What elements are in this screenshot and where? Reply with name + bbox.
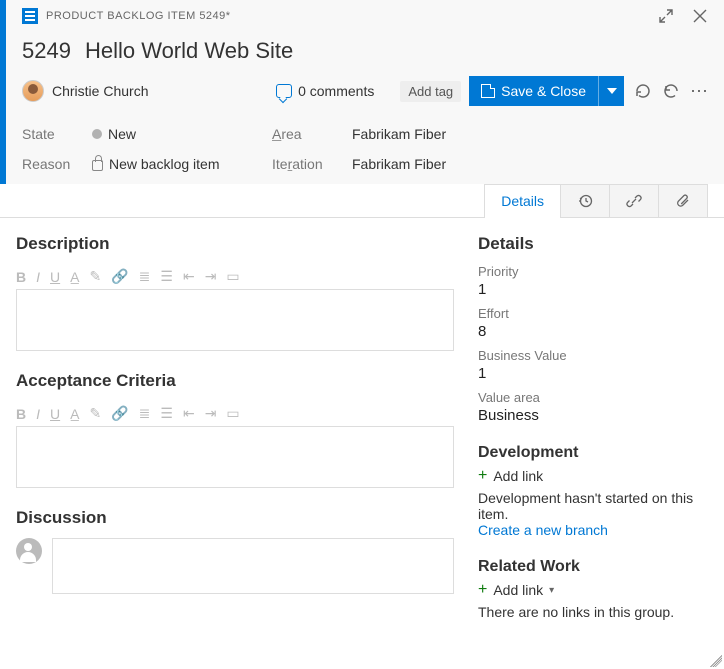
details-panel-heading: Details — [478, 234, 708, 254]
area-value: Fabrikam Fiber — [352, 126, 446, 142]
effort-label: Effort — [478, 306, 708, 321]
add-link-label: Add link — [493, 468, 543, 484]
priority-value[interactable]: 1 — [478, 281, 708, 298]
underline-button[interactable]: U — [50, 406, 60, 422]
add-link-label: Add link — [493, 582, 543, 598]
bold-button[interactable]: B — [16, 269, 26, 285]
refresh-icon[interactable] — [634, 82, 652, 100]
tab-attachments[interactable] — [659, 184, 708, 217]
plus-icon: + — [478, 469, 487, 483]
font-button[interactable]: A̲ — [70, 269, 79, 285]
effort-value[interactable]: 8 — [478, 323, 708, 340]
comment-icon — [276, 84, 292, 98]
clear-format-button[interactable]: ✎ — [89, 268, 101, 285]
tab-details[interactable]: Details — [484, 184, 561, 217]
discussion-input[interactable] — [52, 538, 454, 594]
save-button-label: Save & Close — [501, 83, 586, 99]
workitem-id: 5249 — [22, 38, 71, 64]
state-label: State — [22, 126, 82, 142]
link-button[interactable]: 🔗 — [111, 405, 128, 422]
window-title: PRODUCT BACKLOG ITEM 5249* — [46, 10, 650, 22]
add-tag-button[interactable]: Add tag — [400, 81, 461, 102]
number-list-button[interactable]: ☰ — [160, 405, 173, 422]
description-toolbar: B I U A̲ ✎ 🔗 ≣ ☰ ⇤ ⇥ ▭ — [16, 264, 454, 289]
save-close-button[interactable]: Save & Close — [469, 76, 624, 106]
reason-label: Reason — [22, 156, 82, 172]
indent-button[interactable]: ⇥ — [205, 268, 217, 285]
iteration-field[interactable]: Fabrikam Fiber — [352, 156, 708, 172]
related-empty-text: There are no links in this group. — [478, 604, 708, 620]
tab-history[interactable] — [561, 184, 610, 217]
priority-label: Priority — [478, 264, 708, 279]
comments-label: 0 comments — [298, 83, 374, 99]
acceptance-toolbar: B I U A̲ ✎ 🔗 ≣ ☰ ⇤ ⇥ ▭ — [16, 401, 454, 426]
save-icon — [481, 84, 495, 98]
chevron-down-icon: ▾ — [549, 585, 554, 596]
link-button[interactable]: 🔗 — [111, 268, 128, 285]
area-label: Area — [272, 126, 342, 142]
italic-button[interactable]: I — [36, 269, 40, 285]
related-work-heading: Related Work — [478, 558, 708, 576]
outdent-button[interactable]: ⇤ — [183, 405, 195, 422]
add-related-link-button[interactable]: + Add link ▾ — [478, 582, 708, 598]
iteration-value: Fabrikam Fiber — [352, 156, 446, 172]
state-value: New — [108, 126, 136, 142]
workitem-title[interactable]: Hello World Web Site — [85, 38, 293, 64]
acceptance-input[interactable] — [16, 426, 454, 488]
acceptance-heading: Acceptance Criteria — [16, 371, 454, 391]
value-area-label: Value area — [478, 390, 708, 405]
bullet-list-button[interactable]: ≣ — [139, 268, 151, 285]
create-branch-link[interactable]: Create a new branch — [478, 522, 708, 538]
area-field[interactable]: Fabrikam Fiber — [352, 126, 708, 142]
development-heading: Development — [478, 444, 708, 462]
comments-count[interactable]: 0 comments — [276, 83, 374, 99]
state-field[interactable]: New — [92, 126, 262, 142]
state-dot-icon — [92, 129, 102, 139]
reason-value: New backlog item — [109, 156, 220, 172]
bold-button[interactable]: B — [16, 406, 26, 422]
lock-icon — [92, 160, 103, 171]
discussion-heading: Discussion — [16, 508, 454, 528]
clear-format-button[interactable]: ✎ — [89, 405, 101, 422]
description-input[interactable] — [16, 289, 454, 351]
user-avatar-icon — [16, 538, 42, 564]
assignee-avatar[interactable] — [22, 80, 44, 102]
assignee-name[interactable]: Christie Church — [52, 83, 148, 99]
description-heading: Description — [16, 234, 454, 254]
add-dev-link-button[interactable]: + Add link — [478, 468, 708, 484]
close-icon[interactable] — [692, 8, 708, 24]
backlog-item-icon — [22, 8, 38, 24]
fullscreen-icon[interactable] — [658, 8, 674, 24]
undo-icon[interactable] — [662, 82, 680, 100]
font-button[interactable]: A̲ — [70, 406, 79, 422]
save-dropdown-button[interactable] — [598, 76, 624, 106]
business-value-value[interactable]: 1 — [478, 365, 708, 382]
plus-icon: + — [478, 583, 487, 597]
underline-button[interactable]: U — [50, 269, 60, 285]
tab-links[interactable] — [610, 184, 659, 217]
image-button[interactable]: ▭ — [226, 405, 239, 422]
italic-button[interactable]: I — [36, 406, 40, 422]
reason-field[interactable]: New backlog item — [92, 156, 262, 172]
resize-grip[interactable] — [710, 655, 722, 667]
iteration-label: Iterrationation — [272, 156, 342, 172]
indent-button[interactable]: ⇥ — [205, 405, 217, 422]
bullet-list-button[interactable]: ≣ — [139, 405, 151, 422]
business-value-label: Business Value — [478, 348, 708, 363]
image-button[interactable]: ▭ — [226, 268, 239, 285]
number-list-button[interactable]: ☰ — [160, 268, 173, 285]
more-actions-button[interactable]: ⋯ — [690, 81, 708, 102]
dev-empty-text: Development hasn't started on this item. — [478, 490, 708, 522]
value-area-value[interactable]: Business — [478, 407, 708, 424]
outdent-button[interactable]: ⇤ — [183, 268, 195, 285]
